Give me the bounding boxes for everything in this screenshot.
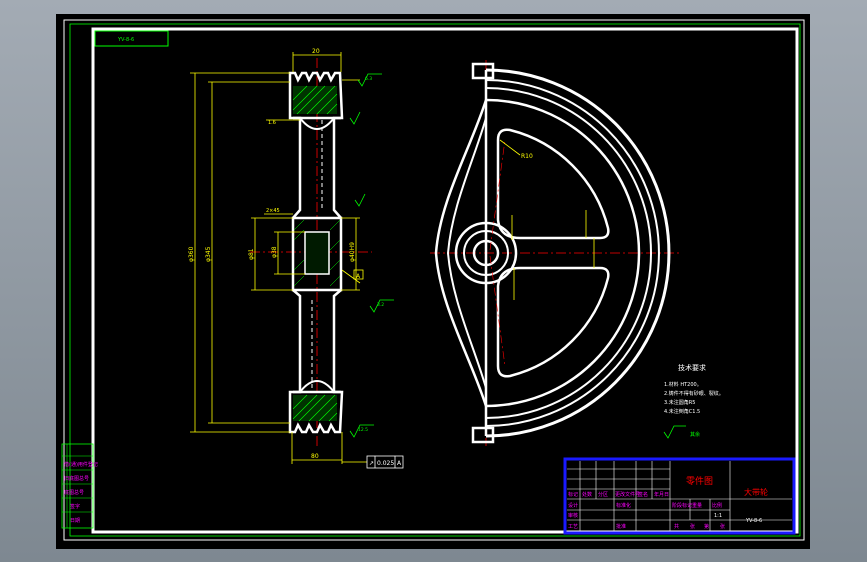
stamp-row-1: 借(通)用件登记 (64, 461, 98, 468)
mid-label-1: 阶段标记 (672, 502, 692, 509)
roughness-2: 3.2 (377, 302, 384, 308)
footer-label-2: 张 (690, 523, 695, 530)
tech-line-1: 1.材料 HT200。 (664, 381, 702, 388)
design-label: 设计 (568, 502, 578, 509)
dim-pitch-diameter: φ345 (205, 246, 212, 262)
section-view[interactable]: 20 80 φ360 φ345 φ81 φ38 φ40H9 1.6 2×45 6… (188, 48, 404, 469)
tech-notes: 技术要求 1.材料 HT200。 2.铸件不得有砂眼、裂纹。 3.未注圆角R5 … (663, 363, 724, 439)
row-label-4: 更改文件号 (615, 491, 640, 498)
row-label-2: 处数 (582, 491, 592, 498)
dim-bore-diameter: φ38 (271, 246, 278, 258)
row-label-6: 年月日 (654, 491, 669, 498)
dim-outer-diameter: φ360 (188, 246, 195, 262)
title-block[interactable]: 零件图 大带轮 YV-8-6 标记 处数 分区 更改文件号 签名 年月日 阶段标… (563, 457, 796, 535)
footer-label-4: 张 (720, 523, 725, 530)
geometric-tolerance: ↗ 0.025 A (342, 455, 404, 469)
tech-line-2: 2.铸件不得有砂眼、裂纹。 (664, 390, 724, 397)
rim-bottom-hatch-bg (293, 395, 337, 421)
tolerance-value: 0.025 (377, 460, 394, 467)
dim-bottom-width: 80 (311, 453, 319, 460)
dim-chamfer-mid: 2×45 (266, 208, 280, 214)
row-label-1: 标记 (568, 491, 578, 498)
mid-label-3: 比例 (712, 502, 722, 509)
window-upper (496, 128, 610, 240)
dim-chamfer-top: 1.6 (268, 120, 276, 126)
approve-label: 批准 (616, 523, 626, 530)
tolerance-ref: A (397, 460, 402, 467)
window-lower (496, 266, 610, 378)
tech-heading: 技术要求 (678, 363, 706, 372)
header-code: YV-8-6 (117, 37, 134, 43)
border-frame (91, 27, 799, 534)
row-label-3: 分区 (598, 491, 608, 498)
footer-label-3: 第 (704, 523, 709, 530)
svg-text:↗: ↗ (369, 460, 374, 467)
standard-label: 标准化 (616, 502, 631, 509)
dim-top-width: 20 (312, 48, 320, 55)
front-view[interactable]: R10 (430, 60, 680, 446)
scale-value: 1:1 (714, 513, 722, 519)
review-label: 审核 (568, 512, 578, 519)
stamp-row-4: 签字 (70, 503, 80, 510)
front-dimensions (499, 139, 595, 300)
stamp-row-3: 底图总号 (64, 489, 84, 496)
title-label: 零件图 (686, 475, 713, 487)
outer-frame (63, 19, 805, 541)
process-label: 工艺 (568, 524, 578, 530)
stamp-row-2: 旧底图总号 (64, 475, 89, 482)
stamp-row-5: 日期 (70, 518, 80, 524)
tech-line-4: 4.未注倒角C1.5 (664, 408, 700, 415)
row-label-5: 签名 (638, 491, 648, 498)
drawing-number: YV-8-6 (745, 518, 762, 524)
dim-hub-diameter: φ81 (248, 248, 255, 260)
cad-drawing[interactable]: YV-8-6 借(通)用件登记 旧底图总号 底图总号 签字 日期 20 80 φ… (0, 0, 867, 562)
mid-label-2: 重量 (692, 502, 702, 509)
other-roughness-label: 其余 (690, 431, 700, 438)
dim-radius: R10 (521, 153, 533, 160)
part-name: 大带轮 (744, 487, 768, 497)
tech-line-3: 3.未注圆角R5 (664, 399, 695, 406)
other-roughness-symbol (663, 425, 686, 439)
dim-hub-key: φ40H9 (349, 242, 356, 262)
roughness-1: 6.3 (365, 76, 372, 82)
footer-label-1: 共 (674, 523, 679, 530)
roughness-symbols (349, 73, 394, 438)
roughness-3: 12.5 (358, 427, 368, 433)
hub-bore (304, 231, 330, 275)
